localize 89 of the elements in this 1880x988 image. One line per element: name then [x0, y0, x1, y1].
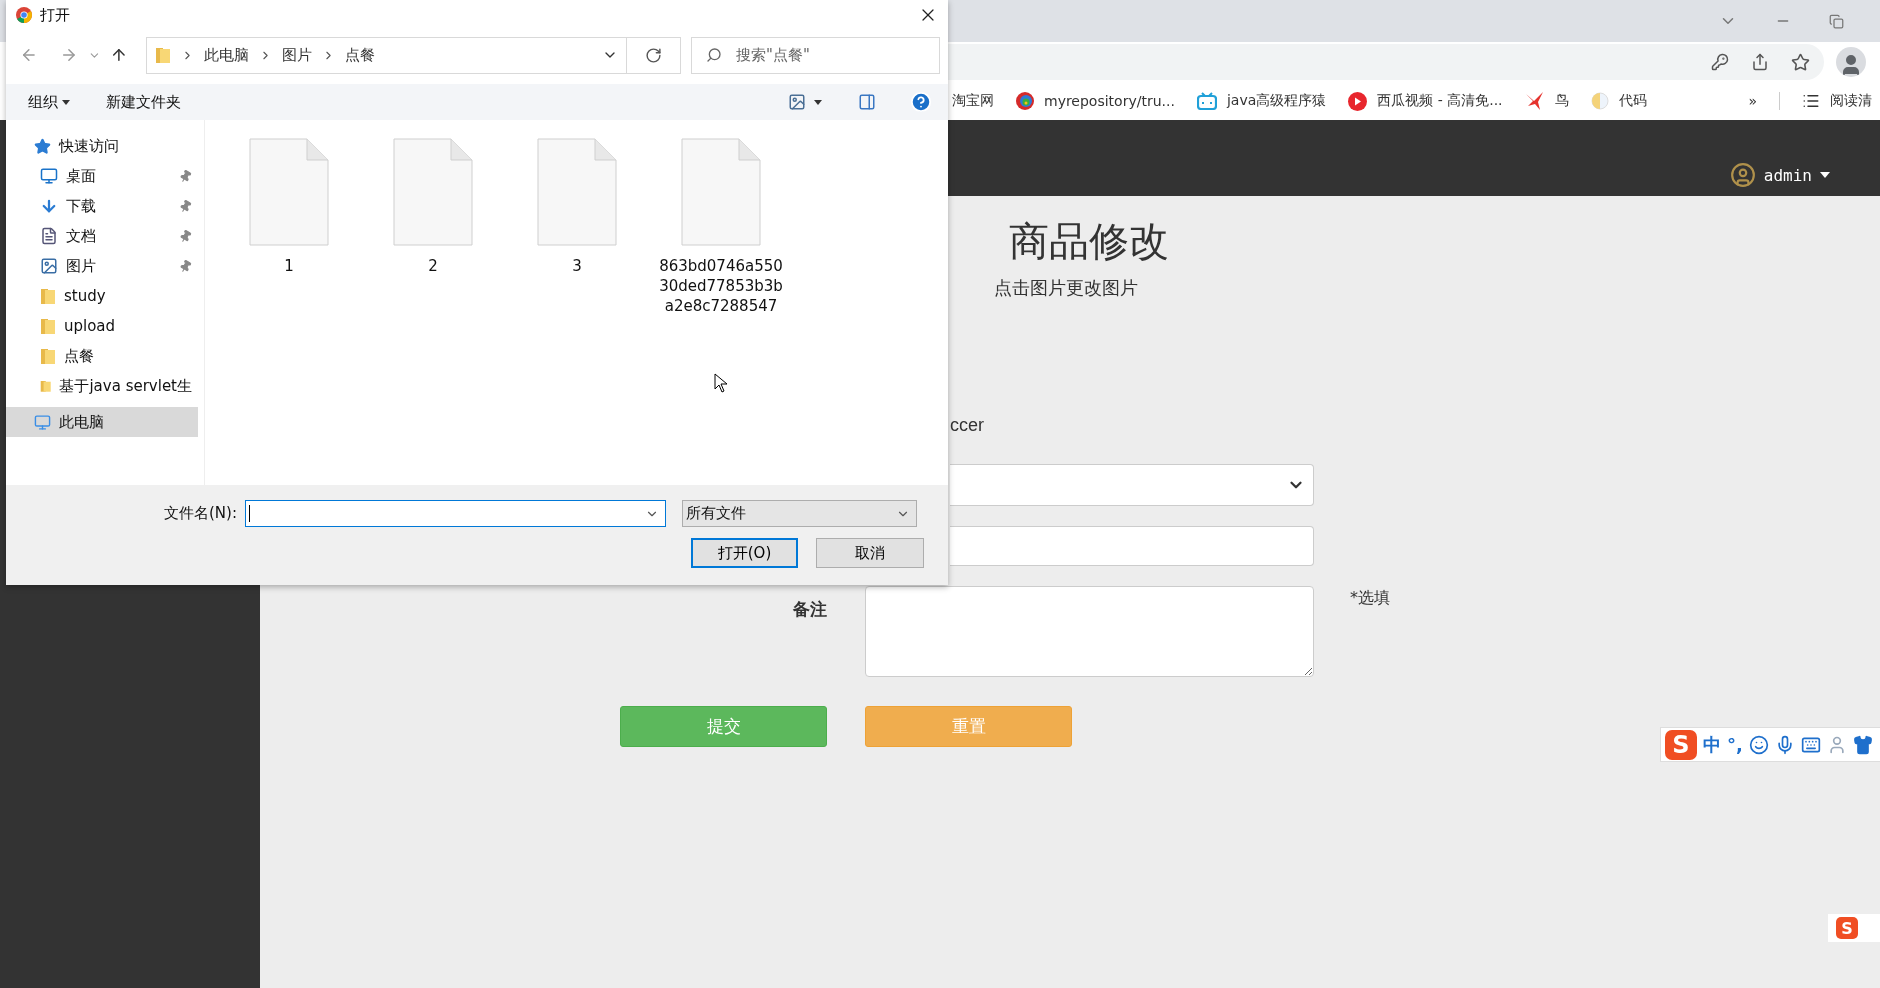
address-field[interactable]: 此电脑 图片 点餐: [146, 36, 627, 74]
restore-icon[interactable]: [1829, 13, 1844, 29]
nav-item[interactable]: 基于java servlet生: [6, 371, 198, 401]
search-icon: [706, 47, 723, 63]
remark-field[interactable]: [865, 586, 1314, 677]
breadcrumb-item[interactable]: 此电脑: [204, 45, 250, 65]
bookmark-link[interactable]: 西瓜视频 - 高清免...: [1348, 91, 1503, 111]
page-title: 商品修改: [1009, 217, 1170, 265]
swirl-icon: [1016, 92, 1034, 110]
nav-item[interactable]: 此电脑: [6, 407, 198, 437]
file-name[interactable]: 1: [227, 256, 351, 276]
new-folder-button[interactable]: 新建文件夹: [106, 92, 181, 112]
desktop-icon: [40, 167, 58, 185]
file-icon: [393, 138, 473, 246]
bookmark-link[interactable]: 代码: [1590, 92, 1647, 110]
file-name[interactable]: 863bd0746a55030ded77853b3ba2e8c7288547: [659, 256, 783, 316]
file-icon: [537, 138, 617, 246]
breadcrumb-item[interactable]: 图片: [282, 45, 313, 65]
key-icon[interactable]: [1711, 53, 1729, 71]
caret-icon: [1820, 172, 1830, 178]
organize-button[interactable]: 组织: [28, 92, 70, 112]
play-icon: [1348, 91, 1368, 111]
file-name[interactable]: 2: [371, 256, 495, 276]
file-icon: [249, 138, 329, 246]
folder-icon: [155, 46, 172, 64]
search-placeholder: 搜索"点餐": [736, 45, 810, 65]
document-icon: [40, 227, 58, 245]
reading-list-link[interactable]: 阅读清: [1802, 92, 1873, 110]
optional-hint: *选填: [1350, 587, 1390, 609]
folder-icon: [40, 347, 56, 365]
bookmark-link[interactable]: 鸟: [1524, 91, 1569, 111]
bookmark-link[interactable]: myrepository/tru...: [1016, 92, 1175, 110]
ime-punctuation[interactable]: °,: [1727, 734, 1743, 755]
nav-item[interactable]: study: [6, 281, 198, 311]
browser-logo-icon: [16, 7, 32, 23]
caret-icon[interactable]: [814, 99, 822, 105]
ime-mode[interactable]: 中: [1703, 732, 1721, 757]
back-icon[interactable]: [20, 46, 38, 64]
bookmark-link[interactable]: 淘宝网: [952, 92, 994, 110]
view-icon[interactable]: [788, 93, 806, 111]
nav-item[interactable]: 快速访问: [6, 131, 198, 161]
half-circle-icon: [1590, 92, 1609, 110]
ime-logo[interactable]: S: [1665, 729, 1697, 760]
refresh-button[interactable]: [626, 36, 682, 74]
share-icon[interactable]: [1751, 53, 1769, 71]
cancel-button[interactable]: 取消: [816, 538, 924, 568]
more-bookmarks-button[interactable]: »: [1748, 93, 1758, 109]
filename-field[interactable]: [245, 500, 666, 527]
ime-logo[interactable]: S: [1836, 917, 1858, 939]
refresh-icon: [644, 46, 662, 64]
nav-item[interactable]: 下载: [6, 191, 198, 221]
download-icon: [40, 197, 58, 215]
user-menu[interactable]: admin: [1729, 162, 1830, 188]
remark-label: 备注: [792, 598, 827, 621]
nav-item[interactable]: upload: [6, 311, 198, 341]
field-text: ccer: [950, 414, 985, 437]
filename-label: 文件名(N):: [163, 504, 238, 523]
emoji-icon[interactable]: [1748, 734, 1769, 755]
profile-avatar[interactable]: [1836, 47, 1866, 77]
nav-item[interactable]: 文档: [6, 221, 198, 251]
preview-pane-icon[interactable]: [858, 93, 876, 111]
computer-icon: [34, 413, 51, 431]
nav-item[interactable]: 图片: [6, 251, 198, 281]
nav-item[interactable]: 点餐: [6, 341, 198, 371]
user-icon: [1729, 162, 1756, 188]
tv-icon: [1196, 92, 1217, 110]
file-type-select[interactable]: 所有文件: [682, 500, 917, 527]
dialog-title: 打开: [40, 5, 71, 25]
folder-icon: [40, 317, 56, 335]
cursor-icon: [714, 373, 728, 393]
user-name: admin: [1763, 165, 1812, 185]
help-icon[interactable]: [910, 91, 932, 113]
breadcrumb-item[interactable]: 点餐: [345, 45, 376, 65]
open-button[interactable]: 打开(O): [691, 538, 798, 568]
star-icon: [34, 137, 51, 155]
nav-item[interactable]: 桌面: [6, 161, 198, 191]
folder-icon: [40, 287, 56, 305]
list-icon: [1802, 92, 1821, 110]
shirt-icon[interactable]: [1852, 734, 1873, 755]
input-field[interactable]: [950, 526, 1314, 566]
select-field[interactable]: [950, 464, 1314, 506]
file-name[interactable]: 3: [515, 256, 639, 276]
file-icon: [681, 138, 761, 246]
caret-icon: [62, 99, 70, 105]
search-field[interactable]: 搜索"点餐": [691, 36, 940, 74]
bookmark-link[interactable]: java高级程序猿: [1196, 92, 1327, 110]
star-icon[interactable]: [1791, 52, 1810, 72]
pictures-icon: [40, 257, 58, 275]
page-subtitle: 点击图片更改图片: [994, 276, 1139, 300]
